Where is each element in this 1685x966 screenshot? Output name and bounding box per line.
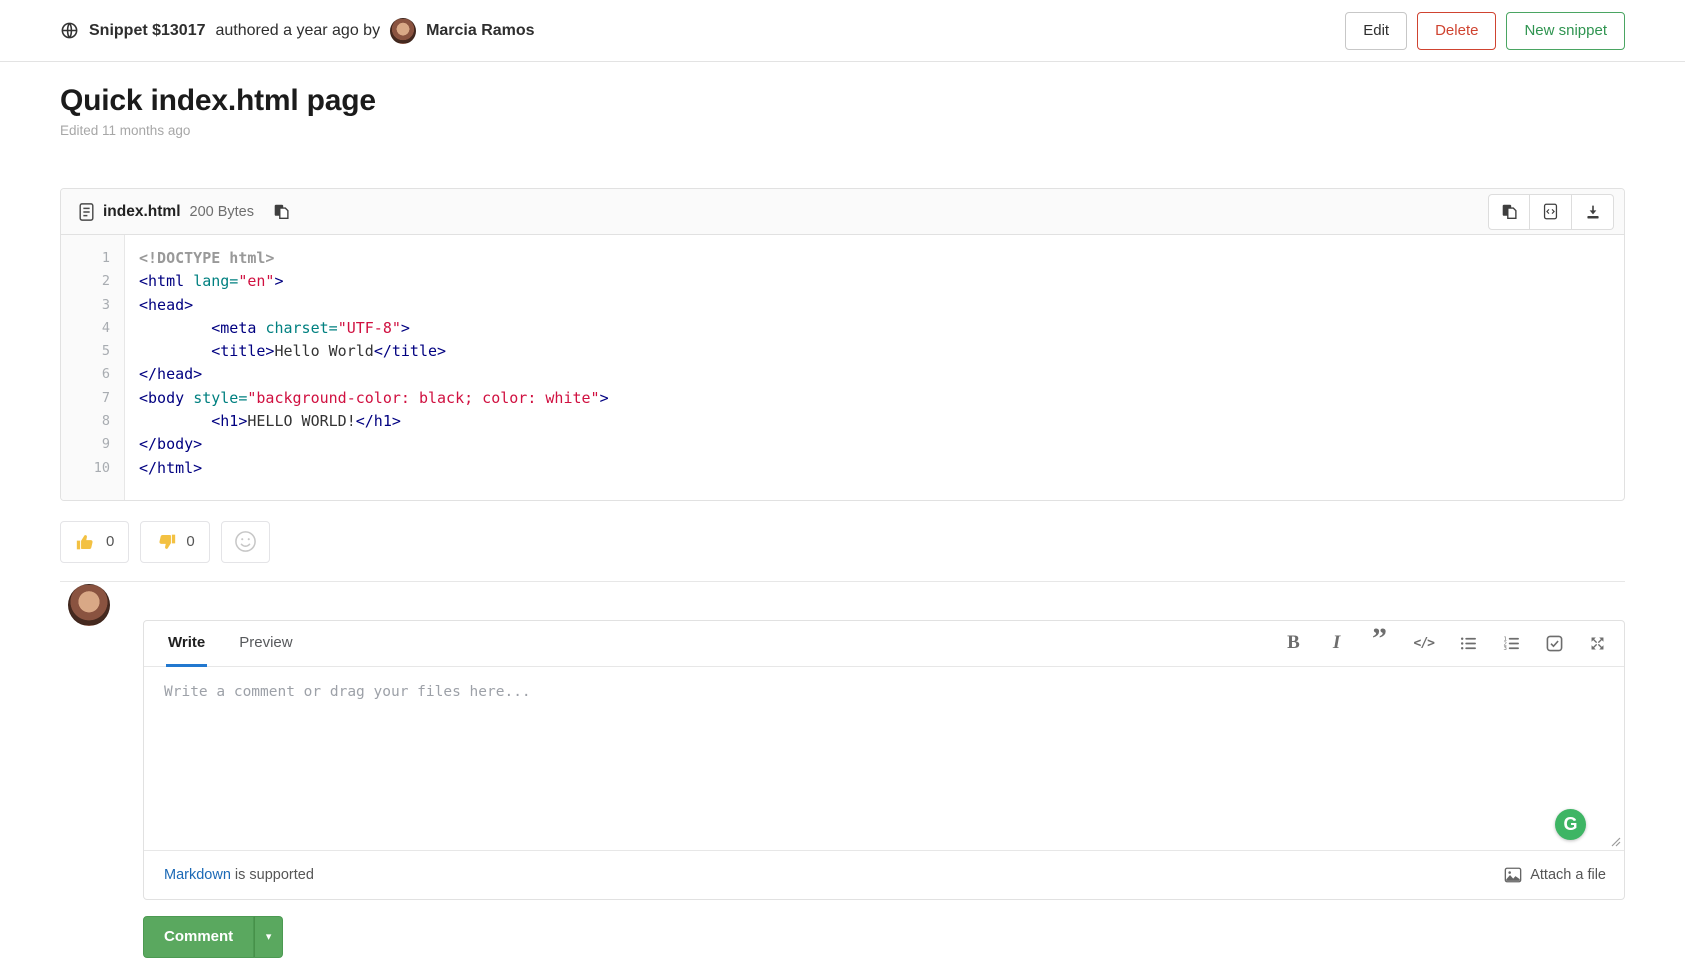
code-line: </body>	[139, 433, 609, 456]
open-raw-icon	[1542, 203, 1559, 220]
italic-icon: I	[1333, 632, 1340, 654]
download-button[interactable]	[1572, 194, 1614, 230]
thumbs-down-button[interactable]: 0	[140, 521, 209, 563]
code-viewer: 12345678910 <!DOCTYPE html><html lang="e…	[61, 235, 1624, 500]
tab-preview[interactable]: Preview	[237, 621, 294, 667]
copy-file-path-button[interactable]	[271, 201, 292, 222]
attach-image-icon	[1504, 866, 1522, 884]
file-size: 200 Bytes	[190, 204, 255, 220]
attach-file-button[interactable]: Attach a file	[1504, 866, 1606, 884]
fullscreen-button[interactable]	[1588, 631, 1606, 655]
line-number[interactable]: 5	[61, 340, 110, 363]
line-number[interactable]: 8	[61, 410, 110, 433]
thumbs-up-count: 0	[106, 533, 114, 550]
task-list-button[interactable]	[1545, 631, 1563, 655]
author-avatar[interactable]	[390, 18, 416, 44]
code-line: </html>	[139, 457, 609, 480]
svg-text:3: 3	[1503, 646, 1506, 652]
authored-text: authored a year ago by	[216, 22, 381, 40]
markdown-suffix: is supported	[231, 867, 314, 883]
grammarly-icon[interactable]: G	[1555, 809, 1586, 840]
line-number[interactable]: 2	[61, 270, 110, 293]
code-line: <meta charset="UTF-8">	[139, 317, 609, 340]
grammarly-glyph: G	[1563, 814, 1577, 835]
comment-editor-card: Write Preview B I ” </>	[143, 620, 1625, 900]
code-line: <body style="background-color: black; co…	[139, 387, 609, 410]
add-reaction-button[interactable]	[221, 521, 270, 563]
file-actions-group	[1488, 194, 1614, 230]
delete-button[interactable]: Delete	[1417, 12, 1496, 50]
submit-row: Comment ▾	[143, 916, 1625, 958]
file-icon	[79, 203, 94, 221]
topbar: Snippet $13017 authored a year ago by Ma…	[0, 0, 1685, 62]
copy-contents-icon	[1501, 203, 1518, 220]
comment-editor: G	[144, 667, 1624, 850]
snippet-page: Quick index.html page Edited 11 months a…	[0, 84, 1685, 958]
edit-button[interactable]: Edit	[1345, 12, 1407, 50]
thumbs-down-icon	[155, 531, 177, 553]
fullscreen-icon	[1589, 635, 1606, 652]
comment-section: Write Preview B I ” </>	[60, 582, 1625, 900]
thumbs-up-button[interactable]: 0	[60, 521, 129, 563]
copy-icon	[273, 203, 290, 220]
code-line: <h1>HELLO WORLD!</h1>	[139, 410, 609, 433]
code-button[interactable]: </>	[1414, 631, 1434, 655]
comment-dropdown-button[interactable]: ▾	[254, 916, 283, 958]
markdown-link[interactable]: Markdown	[164, 867, 231, 883]
new-snippet-button[interactable]: New snippet	[1506, 12, 1625, 50]
code-line: <title>Hello World</title>	[139, 340, 609, 363]
bold-button[interactable]: B	[1285, 631, 1303, 655]
edited-timestamp: Edited 11 months ago	[60, 123, 1625, 138]
page-title: Quick index.html page	[60, 84, 1625, 118]
globe-icon	[60, 21, 79, 40]
file-header: index.html 200 Bytes	[61, 189, 1624, 235]
code-line: <!DOCTYPE html>	[139, 247, 609, 270]
attach-file-label: Attach a file	[1530, 867, 1606, 883]
italic-button[interactable]: I	[1328, 631, 1346, 655]
code-line: <html lang="en">	[139, 270, 609, 293]
copy-contents-button[interactable]	[1488, 194, 1530, 230]
quote-icon: ”	[1372, 635, 1387, 651]
award-emoji-row: 0 0	[60, 521, 1625, 563]
smiley-icon	[234, 530, 257, 553]
markdown-note: Markdown is supported	[164, 867, 314, 883]
thumbs-up-icon	[75, 531, 97, 553]
open-raw-button[interactable]	[1530, 194, 1572, 230]
editor-tabs-row: Write Preview B I ” </>	[144, 621, 1624, 667]
code-line: </head>	[139, 363, 609, 386]
author-name[interactable]: Marcia Ramos	[426, 22, 535, 40]
numbered-list-button[interactable]: 1 2 3	[1502, 631, 1520, 655]
thumbs-down-count: 0	[186, 533, 194, 550]
line-number-gutter: 12345678910	[61, 235, 125, 500]
line-number[interactable]: 6	[61, 363, 110, 386]
chevron-down-icon: ▾	[266, 931, 272, 943]
bold-icon: B	[1287, 632, 1300, 654]
file-name: index.html	[103, 203, 181, 221]
tab-write[interactable]: Write	[166, 621, 207, 667]
line-number[interactable]: 7	[61, 387, 110, 410]
resize-handle[interactable]	[1609, 835, 1621, 847]
snippet-id: Snippet $13017	[89, 22, 206, 40]
code-icon: </>	[1414, 636, 1434, 651]
task-list-icon	[1546, 635, 1563, 652]
markdown-toolbar: B I ” </>	[1285, 621, 1606, 666]
line-number[interactable]: 10	[61, 457, 110, 480]
download-icon	[1585, 204, 1601, 220]
file-card: index.html 200 Bytes	[60, 188, 1625, 501]
line-number[interactable]: 9	[61, 433, 110, 456]
editor-footer: Markdown is supported Attach a file	[144, 850, 1624, 899]
quote-button[interactable]: ”	[1371, 631, 1389, 655]
current-user-avatar[interactable]	[68, 584, 110, 626]
comment-input[interactable]	[144, 667, 1624, 850]
code-content: <!DOCTYPE html><html lang="en"><head> <m…	[125, 235, 609, 500]
line-number[interactable]: 1	[61, 247, 110, 270]
line-number[interactable]: 3	[61, 294, 110, 317]
code-line: <head>	[139, 294, 609, 317]
numbered-list-icon: 1 2 3	[1503, 635, 1520, 652]
bullet-list-button[interactable]	[1459, 631, 1477, 655]
bullet-list-icon	[1460, 635, 1477, 652]
line-number[interactable]: 4	[61, 317, 110, 340]
comment-button[interactable]: Comment	[143, 916, 254, 958]
